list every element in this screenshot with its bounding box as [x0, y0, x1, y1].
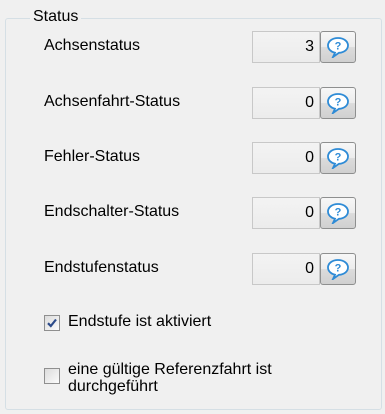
help-icon: ?: [327, 148, 349, 169]
referenzfahrt-label-line1: eine gültige Referenzfahrt ist: [68, 361, 272, 378]
achsenstatus-value: 3: [252, 31, 320, 63]
help-icon: ?: [327, 259, 349, 280]
endstufe-aktiviert-checkbox-row[interactable]: Endstufe ist aktiviert: [44, 313, 211, 331]
achsenstatus-label: Achsenstatus: [44, 37, 141, 54]
achsenfahrt-status-value: 0: [252, 87, 320, 119]
endstufe-aktiviert-label: Endstufe ist aktiviert: [68, 313, 212, 330]
achsenstatus-help-button[interactable]: ?: [320, 31, 356, 63]
achsenfahrt-status-help-button[interactable]: ?: [320, 87, 356, 119]
referenzfahrt-label: eine gültige Referenzfahrt ist durchgefü…: [68, 361, 272, 395]
svg-text:?: ?: [335, 152, 342, 164]
svg-text:?: ?: [335, 207, 342, 219]
endstufenstatus-label: Endstufenstatus: [44, 259, 159, 276]
endschalter-status-label: Endschalter-Status: [44, 203, 180, 220]
endstufenstatus-value: 0: [252, 253, 320, 285]
referenzfahrt-label-line2: durchgeführt: [68, 378, 158, 395]
svg-text:?: ?: [335, 41, 342, 53]
checkmark-icon: [47, 318, 57, 328]
endschalter-status-value: 0: [252, 197, 320, 229]
fehler-status-help-button[interactable]: ?: [320, 142, 356, 174]
fehler-status-value: 0: [252, 142, 320, 174]
achsenfahrt-status-label: Achsenfahrt-Status: [44, 93, 181, 110]
help-icon: ?: [327, 37, 349, 58]
status-group-title: Status: [30, 8, 82, 26]
svg-text:?: ?: [335, 97, 342, 109]
referenzfahrt-checkbox[interactable]: [44, 368, 60, 384]
fehler-status-label: Fehler-Status: [44, 148, 141, 165]
referenzfahrt-checkbox-row[interactable]: eine gültige Referenzfahrt ist durchgefü…: [44, 361, 272, 395]
endstufe-aktiviert-checkbox[interactable]: [44, 315, 60, 331]
endstufenstatus-help-button[interactable]: ?: [320, 253, 356, 285]
help-icon: ?: [327, 93, 349, 114]
help-icon: ?: [327, 203, 349, 224]
endschalter-status-help-button[interactable]: ?: [320, 197, 356, 229]
svg-text:?: ?: [335, 263, 342, 275]
